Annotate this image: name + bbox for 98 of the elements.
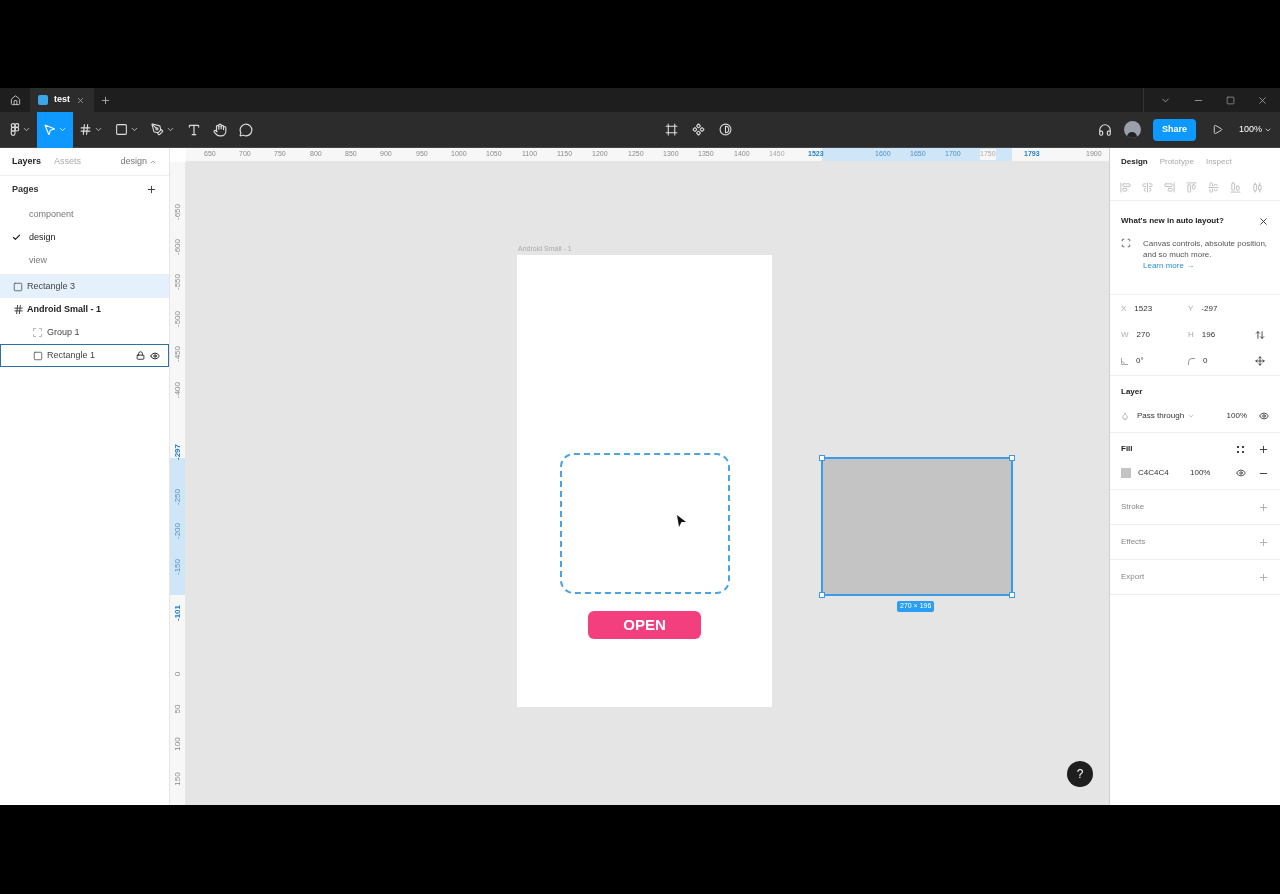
- layer-item[interactable]: Rectangle 3: [0, 275, 169, 298]
- move-tool-button[interactable]: [37, 111, 73, 148]
- text-icon: [187, 122, 201, 137]
- ruler-label: -150: [173, 558, 183, 577]
- fill-title: Fill: [1121, 443, 1134, 455]
- layer-item[interactable]: Rectangle 1: [0, 344, 169, 367]
- blend-icon: [1121, 412, 1129, 420]
- add-fill-icon[interactable]: [1258, 443, 1269, 455]
- ruler-label: -297: [173, 443, 183, 462]
- close-window-icon[interactable]: [1257, 94, 1268, 106]
- home-icon[interactable]: [9, 94, 21, 106]
- new-tab-icon[interactable]: [100, 94, 111, 106]
- ruler-label: -600: [173, 238, 183, 257]
- check-icon: [12, 233, 21, 242]
- close-icon[interactable]: [76, 95, 85, 105]
- rectangle-icon: [33, 350, 43, 361]
- frame-icon: [13, 304, 24, 315]
- property-field[interactable]: Y -297: [1188, 301, 1255, 317]
- fill-opacity[interactable]: 100%: [1190, 467, 1236, 479]
- blend-mode-dropdown[interactable]: Pass through: [1137, 410, 1196, 422]
- learn-more-link[interactable]: Learn more →: [1143, 261, 1195, 270]
- notice-title: What's new in auto layout?: [1121, 215, 1224, 227]
- restore-icon[interactable]: [1226, 95, 1235, 105]
- eye-icon[interactable]: [1236, 468, 1246, 478]
- contrast-icon[interactable]: [718, 123, 732, 136]
- rectangle-icon: [115, 123, 128, 136]
- panel-tab[interactable]: Layers: [12, 154, 42, 169]
- lock-icon[interactable]: [136, 350, 145, 360]
- caret-icon: [22, 125, 31, 134]
- section-title: Effects: [1121, 536, 1146, 548]
- group-icon: [33, 328, 42, 337]
- layer-opacity[interactable]: 100%: [1226, 410, 1247, 422]
- property-field[interactable]: W 270: [1121, 327, 1188, 343]
- layer-item[interactable]: Android Small - 1: [0, 298, 169, 321]
- pen-icon: [151, 123, 164, 136]
- page-item[interactable]: view: [0, 249, 169, 272]
- open-button[interactable]: OPEN: [588, 611, 701, 639]
- caret-icon: [166, 125, 175, 134]
- eye-icon[interactable]: [1259, 411, 1269, 421]
- rotation-field[interactable]: 0°: [1121, 353, 1188, 369]
- angle-icon: [1121, 357, 1128, 365]
- ruler-label: -200: [173, 522, 183, 541]
- zoom-dropdown[interactable]: 100%: [1238, 122, 1272, 137]
- present-icon[interactable]: [1211, 124, 1223, 135]
- resize-handle[interactable]: [819, 592, 825, 598]
- page-item[interactable]: component: [0, 203, 169, 226]
- close-icon[interactable]: [1258, 215, 1269, 227]
- resize-handle[interactable]: [819, 455, 825, 461]
- corner-radius-field[interactable]: 0: [1188, 353, 1255, 369]
- ruler-label: -500: [173, 310, 183, 329]
- property-field[interactable]: H 196: [1188, 327, 1255, 343]
- pointer-icon: [43, 123, 56, 136]
- resize-handle[interactable]: [1009, 592, 1015, 598]
- component-icon[interactable]: [691, 123, 705, 136]
- section-title: Stroke: [1121, 501, 1145, 513]
- ruler-label: 150: [173, 771, 183, 788]
- caret-icon: [58, 125, 67, 134]
- ruler-label: 100: [173, 736, 183, 753]
- pages-title: Pages: [12, 182, 39, 196]
- resize-handle[interactable]: [1009, 455, 1015, 461]
- caret-icon: [1187, 412, 1196, 420]
- page-item[interactable]: design: [0, 226, 169, 249]
- section-title: Export: [1121, 571, 1145, 583]
- frame-selection-icon[interactable]: [664, 123, 678, 136]
- ruler-label: -250: [173, 488, 183, 507]
- comment-icon: [239, 122, 253, 137]
- page-switcher[interactable]: design: [120, 154, 157, 169]
- logo-icon: [10, 123, 20, 136]
- file-tab-title: test: [54, 93, 70, 107]
- property-field[interactable]: X 1523: [1121, 301, 1188, 317]
- hand-icon: [213, 122, 227, 137]
- fill-hex[interactable]: C4C4C4: [1138, 467, 1190, 479]
- ruler-label: 0: [173, 670, 183, 679]
- ruler-label: -101: [173, 604, 183, 623]
- ruler-label: 50: [173, 703, 183, 716]
- add-page-icon[interactable]: [146, 184, 157, 195]
- frame-icon: [79, 123, 92, 136]
- help-button[interactable]: ?: [1067, 761, 1093, 787]
- ruler-label: -450: [173, 345, 183, 364]
- file-tab[interactable]: test: [30, 88, 94, 112]
- panel-tab[interactable]: Design: [1121, 155, 1148, 168]
- ruler-label: -550: [173, 273, 183, 292]
- file-icon: [38, 95, 48, 105]
- fill-swatch[interactable]: [1121, 468, 1131, 478]
- headphones-icon[interactable]: [1097, 122, 1112, 137]
- notice-text: Canvas controls, absolute position, and so much more.: [1143, 238, 1269, 260]
- corner-radius-icon: [1188, 357, 1195, 365]
- ruler-label: -400: [173, 381, 183, 400]
- caret-icon: [130, 125, 139, 134]
- layer-title: Layer: [1121, 386, 1144, 398]
- avatar[interactable]: [1123, 121, 1141, 138]
- cursor-icon: [677, 515, 687, 527]
- styles-icon[interactable]: [1237, 445, 1244, 453]
- rectangle-icon: [13, 281, 23, 292]
- caret-icon: [94, 125, 103, 134]
- ruler-label: -650: [173, 203, 183, 222]
- eye-icon[interactable]: [150, 350, 160, 361]
- layer-item[interactable]: Group 1: [0, 321, 169, 344]
